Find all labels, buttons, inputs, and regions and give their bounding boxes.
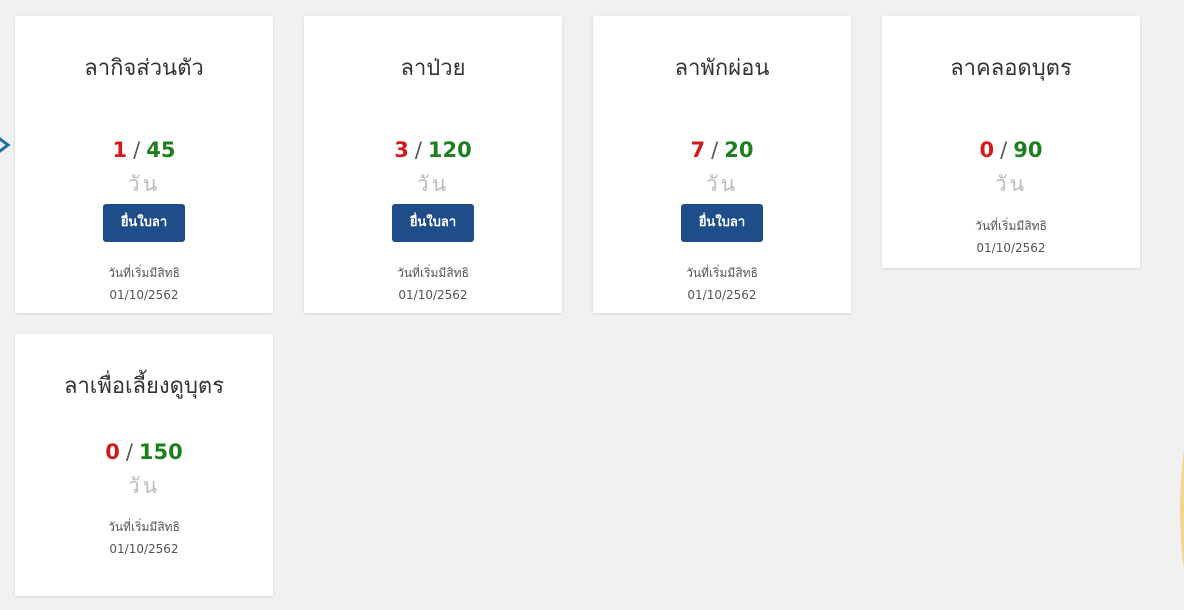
leave-type-title: ลาพักผ่อน [674, 56, 770, 81]
rights-start: วันที่เริ่มมีสิทธิ 01/10/2562 [15, 262, 273, 306]
leave-card-personal: ลากิจส่วนตัว 1/45 วัน ยื่นใบลา วันที่เริ… [15, 16, 273, 313]
separator: / [133, 138, 141, 162]
leave-balance: 1/45 [15, 136, 273, 164]
chevron-right-icon[interactable] [0, 134, 12, 156]
rights-start-date: 01/10/2562 [109, 542, 179, 556]
separator: / [125, 440, 133, 464]
days-total: 20 [724, 138, 754, 162]
days-used: 0 [105, 440, 120, 464]
rights-start-date: 01/10/2562 [109, 288, 179, 302]
submit-leave-button[interactable]: ยื่นใบลา [681, 204, 763, 242]
leave-balance: 0/150 [15, 438, 273, 466]
days-used: 3 [394, 138, 409, 162]
days-total: 90 [1013, 138, 1043, 162]
days-total: 150 [138, 440, 183, 464]
days-used: 1 [112, 138, 128, 162]
leave-card-childcare: ลาเพื่อเลี้ยงดูบุตร 0/150 วัน วันที่เริ่… [15, 334, 273, 596]
rights-start-date: 01/10/2562 [398, 288, 468, 302]
rights-start-label: วันที่เริ่มมีสิทธิ [686, 266, 758, 280]
days-total: 120 [427, 138, 472, 162]
unit-label: วัน [416, 172, 450, 196]
leave-balance: 3/120 [304, 136, 562, 164]
rights-start-label: วันที่เริ่มมีสิทธิ [108, 266, 180, 280]
unit-label: วัน [994, 172, 1028, 196]
leave-type-title: ลาคลอดบุตร [950, 56, 1072, 81]
leave-type-title: ลาเพื่อเลี้ยงดูบุตร [63, 374, 225, 399]
unit-label: วัน [127, 474, 161, 498]
decorative-arc-icon [1180, 449, 1184, 571]
separator: / [414, 138, 422, 162]
rights-start: วันที่เริ่มมีสิทธิ 01/10/2562 [882, 215, 1140, 259]
submit-leave-button[interactable]: ยื่นใบลา [392, 204, 474, 242]
submit-leave-button[interactable]: ยื่นใบลา [103, 204, 185, 242]
unit-label: วัน [705, 172, 739, 196]
separator: / [711, 138, 719, 162]
separator: / [1000, 138, 1008, 162]
rights-start-label: วันที่เริ่มมีสิทธิ [397, 266, 469, 280]
rights-start-label: วันที่เริ่มมีสิทธิ [108, 520, 180, 534]
rights-start: วันที่เริ่มมีสิทธิ 01/10/2562 [15, 516, 273, 560]
rights-start-date: 01/10/2562 [687, 288, 757, 302]
leave-type-title: ลากิจส่วนตัว [84, 56, 204, 81]
leave-balance: 0/90 [882, 136, 1140, 164]
days-total: 45 [146, 138, 176, 162]
days-used: 7 [690, 138, 706, 162]
leave-type-title: ลาป่วย [400, 56, 466, 81]
leave-card-maternity: ลาคลอดบุตร 0/90 วัน วันที่เริ่มมีสิทธิ 0… [882, 16, 1140, 268]
leave-card-sick: ลาป่วย 3/120 วัน ยื่นใบลา วันที่เริ่มมีส… [304, 16, 562, 313]
rights-start-date: 01/10/2562 [976, 241, 1046, 255]
rights-start: วันที่เริ่มมีสิทธิ 01/10/2562 [593, 262, 851, 306]
rights-start: วันที่เริ่มมีสิทธิ 01/10/2562 [304, 262, 562, 306]
days-used: 0 [979, 138, 995, 162]
leave-card-vacation: ลาพักผ่อน 7/20 วัน ยื่นใบลา วันที่เริ่มม… [593, 16, 851, 313]
rights-start-label: วันที่เริ่มมีสิทธิ [975, 219, 1047, 233]
leave-balance: 7/20 [593, 136, 851, 164]
unit-label: วัน [127, 172, 161, 196]
